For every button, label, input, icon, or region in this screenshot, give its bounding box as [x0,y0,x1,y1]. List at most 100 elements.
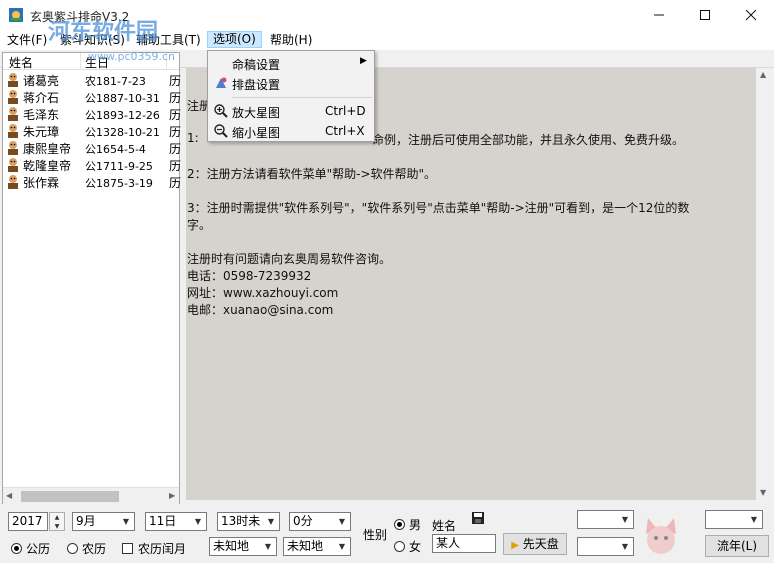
year-input[interactable]: 2017 [8,512,48,531]
year-spinner[interactable]: ▲ ▼ [49,512,65,531]
chevron-down-icon: ▼ [338,517,346,526]
fox-watermark-logo [646,518,676,554]
person-list[interactable]: 姓名 生日 诸葛亮 农181-7-23 历蒋介石 公1887-10-31 历毛泽东 公18… [2,52,182,504]
person-birthday: 公1654-5-4 [85,143,146,156]
text-line: 3：注册时需提供"软件系列号"，"软件系列号"点击菜单"帮助->注册"可看到，是… [187,201,690,215]
column-divider[interactable] [80,53,81,70]
extra-select-2[interactable]: ▼ [577,537,634,556]
list-item[interactable]: 张作霖 公1875-3-19 历 [3,173,181,190]
text-line: 2：注册方法请看软件菜单"帮助->软件帮助"。 [187,167,437,181]
person-name: 毛泽东 [23,108,60,122]
extra-select-3[interactable]: ▼ [705,510,763,529]
menu-options[interactable]: 选项(O) [207,31,262,48]
menu-item-label: 排盘设置 [232,78,281,92]
person-avatar-icon [8,90,18,104]
scrollbar-thumb[interactable] [21,491,119,502]
spin-up-icon[interactable]: ▲ [50,513,64,522]
app-icon [9,8,23,22]
lunar-calendar-radio[interactable] [67,543,78,554]
chevron-down-icon: ▼ [621,515,629,524]
person-extra: 历 [169,125,182,139]
chevron-down-icon: ▼ [338,542,346,551]
menu-item-shortcut: Ctrl+X [325,124,365,138]
spin-down-icon[interactable]: ▼ [50,522,64,531]
zoom-in-icon [214,104,228,118]
liunian-button[interactable]: 流年(L) [705,535,769,557]
menu-help[interactable]: 帮助(H) [265,32,317,49]
menu-item-label: 命稿设置 [232,58,281,72]
website-text: 网址：www.xazhouyi.com [187,286,339,300]
minimize-button[interactable] [636,0,682,30]
minimize-icon [654,14,664,16]
day-value: 11日 [149,514,177,528]
scroll-right-icon[interactable]: ▶ [169,491,175,500]
hour-value: 13时未 [221,514,261,528]
month-select[interactable]: 9月 ▼ [72,512,135,531]
scroll-left-icon[interactable]: ◀ [6,491,12,500]
place-value: 未知地 [287,539,324,553]
menu-item-layout-settings[interactable]: 排盘设置 [210,73,372,93]
menu-item-shortcut: Ctrl+D [325,104,366,118]
person-extra: 历 [169,91,182,105]
maximize-icon [700,10,710,20]
close-button[interactable] [728,0,774,30]
male-label: 男 [409,518,422,532]
xiantian-chart-button[interactable]: ▶ 先天盘 [503,533,567,555]
list-item[interactable]: 乾隆皇帝 公1711-9-25 历 [3,156,182,173]
close-icon [745,9,757,21]
name-input[interactable]: 某人 [432,534,496,553]
chevron-down-icon: ▼ [122,517,130,526]
save-icon[interactable] [471,511,485,525]
leap-month-checkbox[interactable] [122,543,133,554]
chart-settings-icon [216,77,227,88]
extra-select-1[interactable]: ▼ [577,510,634,529]
list-item[interactable]: 蒋介石 公1887-10-31 历 [3,88,182,105]
birthplace-select-1[interactable]: 未知地 ▼ [209,537,277,556]
person-avatar-icon [8,158,18,172]
person-avatar-icon [8,107,18,121]
minute-select[interactable]: 0分 ▼ [289,512,351,531]
male-radio[interactable] [394,519,405,530]
solar-calendar-radio[interactable] [11,543,22,554]
person-birthday: 公1328-10-21 [85,126,160,139]
scroll-up-icon[interactable]: ▲ [760,70,766,79]
list-item[interactable]: 诸葛亮 农181-7-23 历 [3,71,181,88]
column-name[interactable]: 姓名 [9,54,33,71]
person-birthday: 公1875-3-19 [85,177,153,190]
person-birthday: 公1893-12-26 [85,109,160,122]
gender-label: 性别 [363,528,388,542]
watermark-site-url: www.pc0359.cn [88,50,176,63]
menu-item-chart-manuscript[interactable]: 命稿设置 ▶ [210,53,372,73]
menu-item-label: 缩小星图 [232,126,281,140]
person-name: 乾隆皇帝 [23,159,72,173]
day-select[interactable]: 11日 ▼ [145,512,207,531]
text-line: 命例，注册后可使用全部功能，并且永久使用、免费升级。 [372,133,685,147]
female-label: 女 [409,540,422,554]
menu-item-zoom-out[interactable]: 缩小星图 Ctrl+X [210,121,372,141]
chevron-down-icon: ▼ [264,542,272,551]
vertical-scrollbar[interactable]: ▲ ▼ [756,68,773,500]
person-birthday: 公1887-10-31 [85,92,160,105]
minute-value: 0分 [293,514,313,528]
email-text: 电邮：xuanao@sina.com [187,303,334,317]
list-item[interactable]: 康熙皇帝 公1654-5-4 历 [3,139,181,156]
person-birthday: 农181-7-23 [85,75,146,88]
horizontal-scrollbar[interactable]: ◀ ▶ [3,487,179,504]
hour-select[interactable]: 13时未 ▼ [217,512,280,531]
birthplace-select-2[interactable]: 未知地 ▼ [283,537,351,556]
solar-calendar-label: 公历 [26,542,51,556]
female-radio[interactable] [394,541,405,552]
scroll-down-icon[interactable]: ▼ [760,488,766,497]
list-item[interactable]: 朱元璋 公1328-10-21 历 [3,122,182,139]
submenu-arrow-icon: ▶ [360,56,367,66]
person-name: 诸葛亮 [23,74,60,88]
menu-file[interactable]: 文件(F) [2,32,52,49]
menu-separator [232,97,372,98]
person-extra: 历 [169,159,182,173]
list-item[interactable]: 毛泽东 公1893-12-26 历 [3,105,181,122]
person-name: 蒋介石 [23,91,60,105]
maximize-button[interactable] [682,0,728,30]
person-avatar-icon [8,73,18,87]
menu-item-zoom-in[interactable]: 放大星图 Ctrl+D [210,101,372,121]
xiantian-button-label: 先天盘 [522,537,559,551]
